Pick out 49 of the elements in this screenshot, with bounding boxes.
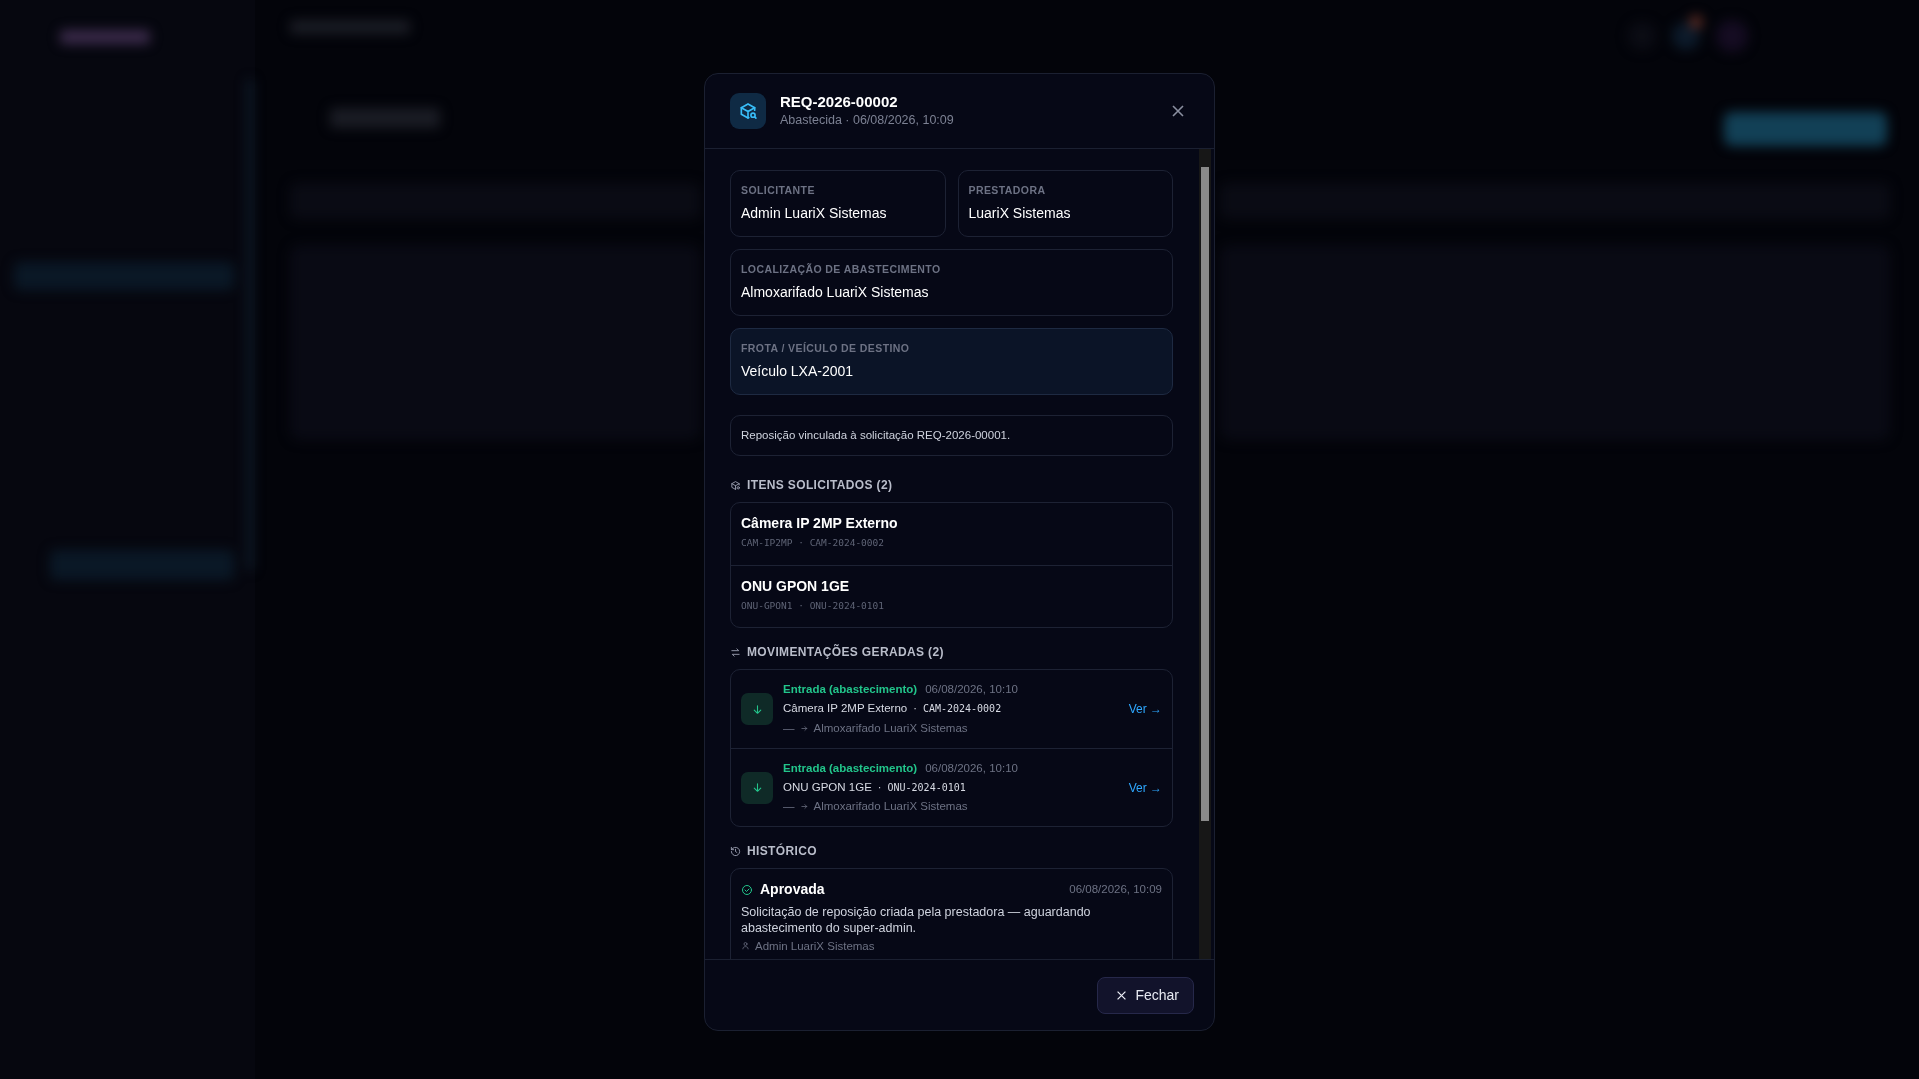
field-value: Admin LuariX Sistemas (741, 203, 888, 223)
section-title: HISTÓRICO (747, 842, 817, 860)
item-code: ONU-GPON1 · ONU-2024-0101 (741, 599, 885, 613)
check-circle-icon (741, 883, 753, 896)
field-value: LuariX Sistemas (968, 203, 1072, 223)
separator-dot: · (877, 779, 882, 795)
field-label: PRESTADORA (968, 183, 1047, 198)
package-icon (730, 479, 741, 491)
destination-location: Almoxarifado LuariX Sistemas (813, 799, 968, 815)
origin-location: — (783, 799, 795, 815)
serial-number: CAM-2024-0002 (922, 702, 1002, 717)
swap-arrows-icon (730, 646, 741, 658)
field-value: Veículo LXA-2001 (741, 361, 855, 381)
right-arrow-icon (799, 802, 809, 812)
item-name: Câmera IP 2MP Externo (741, 514, 899, 533)
note-text: Reposição vinculada à solicitação REQ-2026-00001. (730, 415, 1173, 456)
serial-number: ONU-2024-0101 (887, 780, 966, 795)
movement-type: Entrada (abastecimento) (783, 760, 918, 776)
view-link[interactable]: Ver → (1128, 700, 1162, 718)
close-button[interactable]: Fechar (1097, 976, 1194, 1014)
history-status: Aprovada (760, 880, 825, 899)
history-time: 06/08/2026, 10:09 (1069, 881, 1162, 897)
section-title: ITENS SOLICITADOS (2) (747, 477, 893, 494)
field-label: LOCALIZAÇÃO DE ABASTECIMENTO (741, 262, 942, 277)
modal-subtitle: Abastecida · 06/08/2026, 10:09 (780, 111, 954, 129)
item-code: CAM-IP2MP · CAM-2024-0002 (741, 536, 885, 550)
movement-type: Entrada (abastecimento) (783, 682, 918, 698)
movement-time: 06/08/2026, 10:10 (925, 682, 1018, 698)
scrollbar-thumb[interactable] (1201, 167, 1209, 821)
field-label: SOLICITANTE (741, 183, 816, 198)
destination-location: Almoxarifado LuariX Sistemas (813, 720, 968, 736)
modal-title: REQ-2026-00002 (780, 92, 899, 111)
right-arrow-icon (799, 723, 809, 733)
section-title: MOVIMENTAÇÕES GERADAS (2) (747, 643, 944, 661)
field-label: FROTA / VEÍCULO DE DESTINO (741, 341, 911, 356)
view-link[interactable]: Ver → (1128, 778, 1162, 797)
separator-dot: · (913, 701, 917, 717)
movement-time: 06/08/2026, 10:10 (925, 760, 1018, 776)
product-name: Câmera IP 2MP Externo (783, 701, 908, 717)
user-icon (741, 941, 750, 951)
field-value: Almoxarifado LuariX Sistemas (741, 282, 930, 302)
history-icon (730, 845, 741, 857)
origin-location: — (783, 720, 795, 736)
package-search-icon (730, 93, 766, 129)
close-icon (1116, 989, 1128, 1001)
product-name: ONU GPON 1GE (783, 779, 872, 795)
history-author: Admin LuariX Sistemas (755, 938, 875, 954)
history-description: Solicitação de reposição criada pela prestadora — aguardando abastecimento do super-admin. (741, 904, 1092, 937)
item-name: ONU GPON 1GE (741, 577, 851, 596)
